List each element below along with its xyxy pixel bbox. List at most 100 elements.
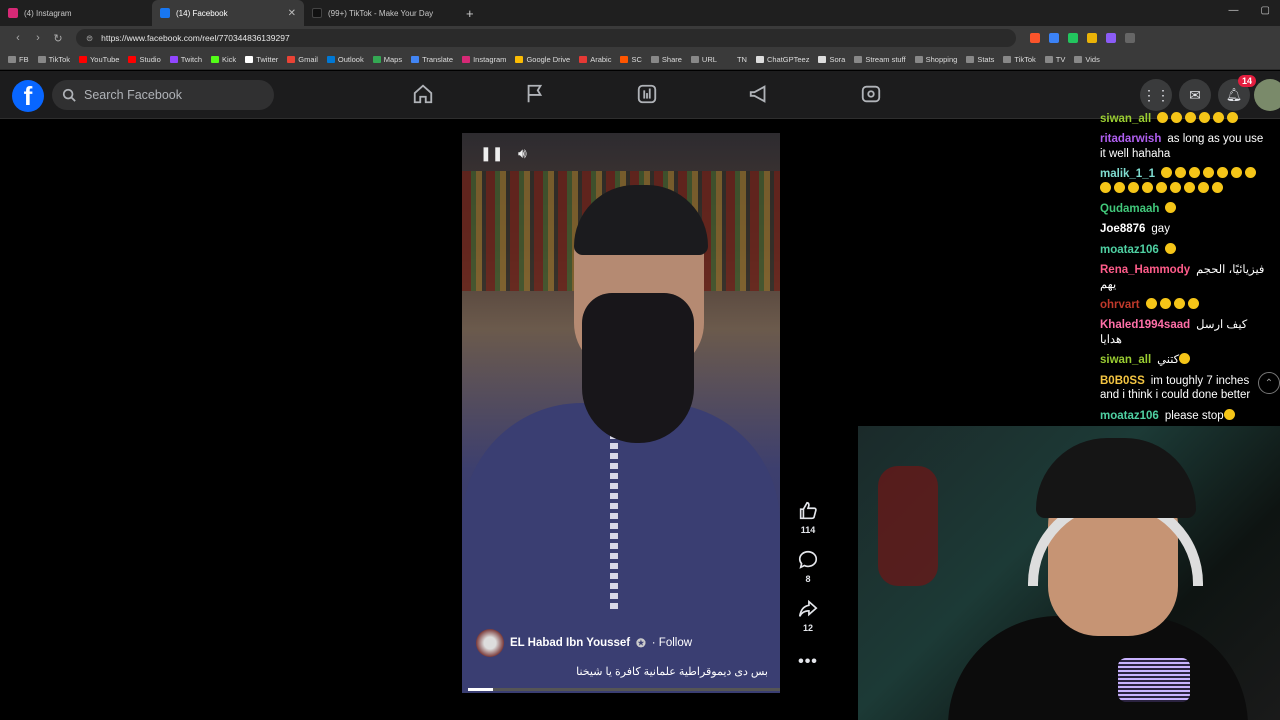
bookmark-item[interactable]: Outlook [326, 55, 364, 64]
chat-username[interactable]: siwan_all [1100, 113, 1151, 125]
bookmark-icon [620, 56, 629, 63]
tab-tiktok[interactable]: (99+) TikTok - Make Your Day [304, 0, 456, 26]
chat-message: siwan_all كتني [1100, 353, 1270, 367]
bookmark-item[interactable]: Studio [128, 55, 161, 64]
like-button[interactable]: 114 [797, 500, 819, 535]
emoji-icon [1175, 167, 1186, 179]
chat-username[interactable]: Joe8876 [1100, 223, 1145, 235]
emoji-icon [1187, 298, 1199, 310]
bookmark-item[interactable]: Share [650, 55, 682, 64]
share-button[interactable]: 12 [797, 598, 819, 633]
bookmark-item[interactable]: FB [8, 55, 29, 64]
chat-username[interactable]: ritadarwish [1100, 133, 1161, 145]
chat-text: gay [1151, 223, 1170, 236]
chat-username[interactable]: Qudamaah [1100, 203, 1159, 215]
puzzle-icon[interactable] [1125, 33, 1135, 43]
video-progress-bar[interactable] [468, 688, 780, 691]
tab-facebook[interactable]: (14) Facebook ✕ [152, 0, 304, 26]
close-tab-icon[interactable]: ✕ [288, 8, 296, 19]
extension-icon[interactable] [1106, 33, 1116, 43]
pause-icon[interactable]: ❚❚ [480, 145, 503, 162]
chat-message: moataz106 please stop [1100, 408, 1270, 423]
search-input[interactable]: Search Facebook [52, 80, 274, 110]
bookmark-item[interactable]: Stats [966, 55, 994, 64]
bookmark-icon [287, 56, 296, 63]
bookmark-item[interactable]: URL [690, 55, 717, 64]
tab-instagram[interactable]: (4) Instagram [0, 0, 152, 26]
home-icon[interactable] [412, 83, 434, 105]
bookmark-icon [462, 56, 471, 63]
extension-icon[interactable] [1068, 33, 1078, 43]
bookmark-label: ChatGPTeez [766, 55, 810, 64]
bookmark-item[interactable]: Twitch [169, 55, 202, 64]
url-input[interactable]: ⊜ https://www.facebook.com/reel/77034483… [76, 29, 1016, 47]
emoji-icon [1198, 181, 1209, 193]
bookmark-icon [579, 56, 588, 63]
bookmark-item[interactable]: Translate [411, 55, 453, 64]
scroll-up-icon[interactable]: ⌃ [1258, 372, 1280, 394]
bookmark-item[interactable]: TN [725, 55, 747, 64]
bookmark-label: Translate [422, 55, 454, 64]
bookmark-label: SC [631, 55, 642, 64]
bookmark-item[interactable]: Arabic [579, 55, 611, 64]
bookmark-item[interactable]: Vids [1074, 55, 1100, 64]
chat-username[interactable]: B0B0SS [1100, 375, 1145, 387]
site-info-icon[interactable]: ⊜ [86, 33, 93, 44]
messenger-icon[interactable]: ✉ [1179, 79, 1211, 111]
bookmark-item[interactable]: YouTube [78, 55, 119, 64]
chat-username[interactable]: moataz106 [1100, 244, 1159, 256]
chat-username[interactable]: malik_1_1 [1100, 168, 1155, 180]
maximize-icon[interactable]: ▢ [1261, 5, 1270, 16]
bookmark-item[interactable]: Instagram [462, 55, 506, 64]
bookmark-item[interactable]: TikTok [1003, 55, 1036, 64]
bookmark-item[interactable]: TikTok [37, 55, 70, 64]
bookmark-item[interactable]: Twitter [245, 55, 278, 64]
chat-username[interactable]: moataz106 [1100, 410, 1159, 422]
emoji-icon [1231, 167, 1242, 179]
bookmark-item[interactable]: Gmail [287, 55, 318, 64]
facebook-logo[interactable]: f [12, 80, 44, 112]
more-options-button[interactable]: ••• [798, 653, 818, 671]
bookmark-item[interactable]: Kick [211, 55, 236, 64]
avatar[interactable] [1254, 79, 1280, 111]
brave-shield-icon[interactable] [1030, 33, 1040, 43]
forward-icon[interactable]: › [28, 32, 48, 44]
owner-avatar[interactable] [476, 629, 504, 657]
gaming-icon[interactable] [860, 83, 882, 105]
new-tab-button[interactable]: + [466, 6, 474, 21]
chat-username[interactable]: Khaled1994saad [1100, 319, 1190, 331]
bookmark-item[interactable]: Maps [372, 55, 402, 64]
menu-grid-icon[interactable]: ⋮⋮ [1140, 79, 1172, 111]
back-icon[interactable]: ‹ [8, 32, 28, 44]
flag-icon[interactable] [524, 83, 546, 105]
thumbs-up-icon [799, 501, 817, 520]
bookmark-item[interactable]: SC [620, 55, 642, 64]
bookmark-item[interactable]: Google Drive [515, 55, 570, 64]
chat-username[interactable]: ohrvart [1100, 299, 1140, 311]
bookmark-icon [211, 56, 220, 63]
marketplace-icon[interactable] [636, 83, 658, 105]
bookmark-label: Instagram [473, 55, 507, 64]
background-light [878, 466, 938, 586]
chat-message: Khaled1994saad كيف ارسل هدايا [1100, 318, 1270, 347]
volume-icon[interactable]: 🔊︎ [518, 145, 527, 162]
extension-icon[interactable] [1049, 33, 1059, 43]
chat-username[interactable]: siwan_all [1100, 354, 1151, 366]
minimize-icon[interactable]: — [1229, 5, 1239, 16]
bookmark-item[interactable]: Sora [818, 55, 845, 64]
bookmark-item[interactable]: TV [1044, 55, 1065, 64]
bookmark-item[interactable]: Stream stuff [854, 55, 906, 64]
bookmark-item[interactable]: Shopping [914, 55, 957, 64]
reel-owner[interactable]: EL Habad Ibn Youssef ✪ · Follow [476, 629, 692, 657]
bookmark-item[interactable]: ChatGPTeez [755, 55, 810, 64]
extension-icon[interactable] [1087, 33, 1097, 43]
reel-video[interactable]: ❚❚ 🔊︎ EL Habad Ibn Youssef ✪ · Follow بس… [462, 133, 780, 693]
reload-icon[interactable]: ↻ [48, 32, 68, 45]
comment-button[interactable]: 8 [797, 549, 819, 584]
follow-button[interactable]: · Follow [652, 637, 692, 649]
chat-message: ritadarwish as long as you use it well ha… [1100, 132, 1270, 161]
streamer-cap [1036, 438, 1196, 518]
owner-name[interactable]: EL Habad Ibn Youssef [510, 637, 630, 649]
chat-username[interactable]: Rena_Hammody [1100, 264, 1190, 276]
megaphone-icon[interactable] [748, 83, 770, 105]
